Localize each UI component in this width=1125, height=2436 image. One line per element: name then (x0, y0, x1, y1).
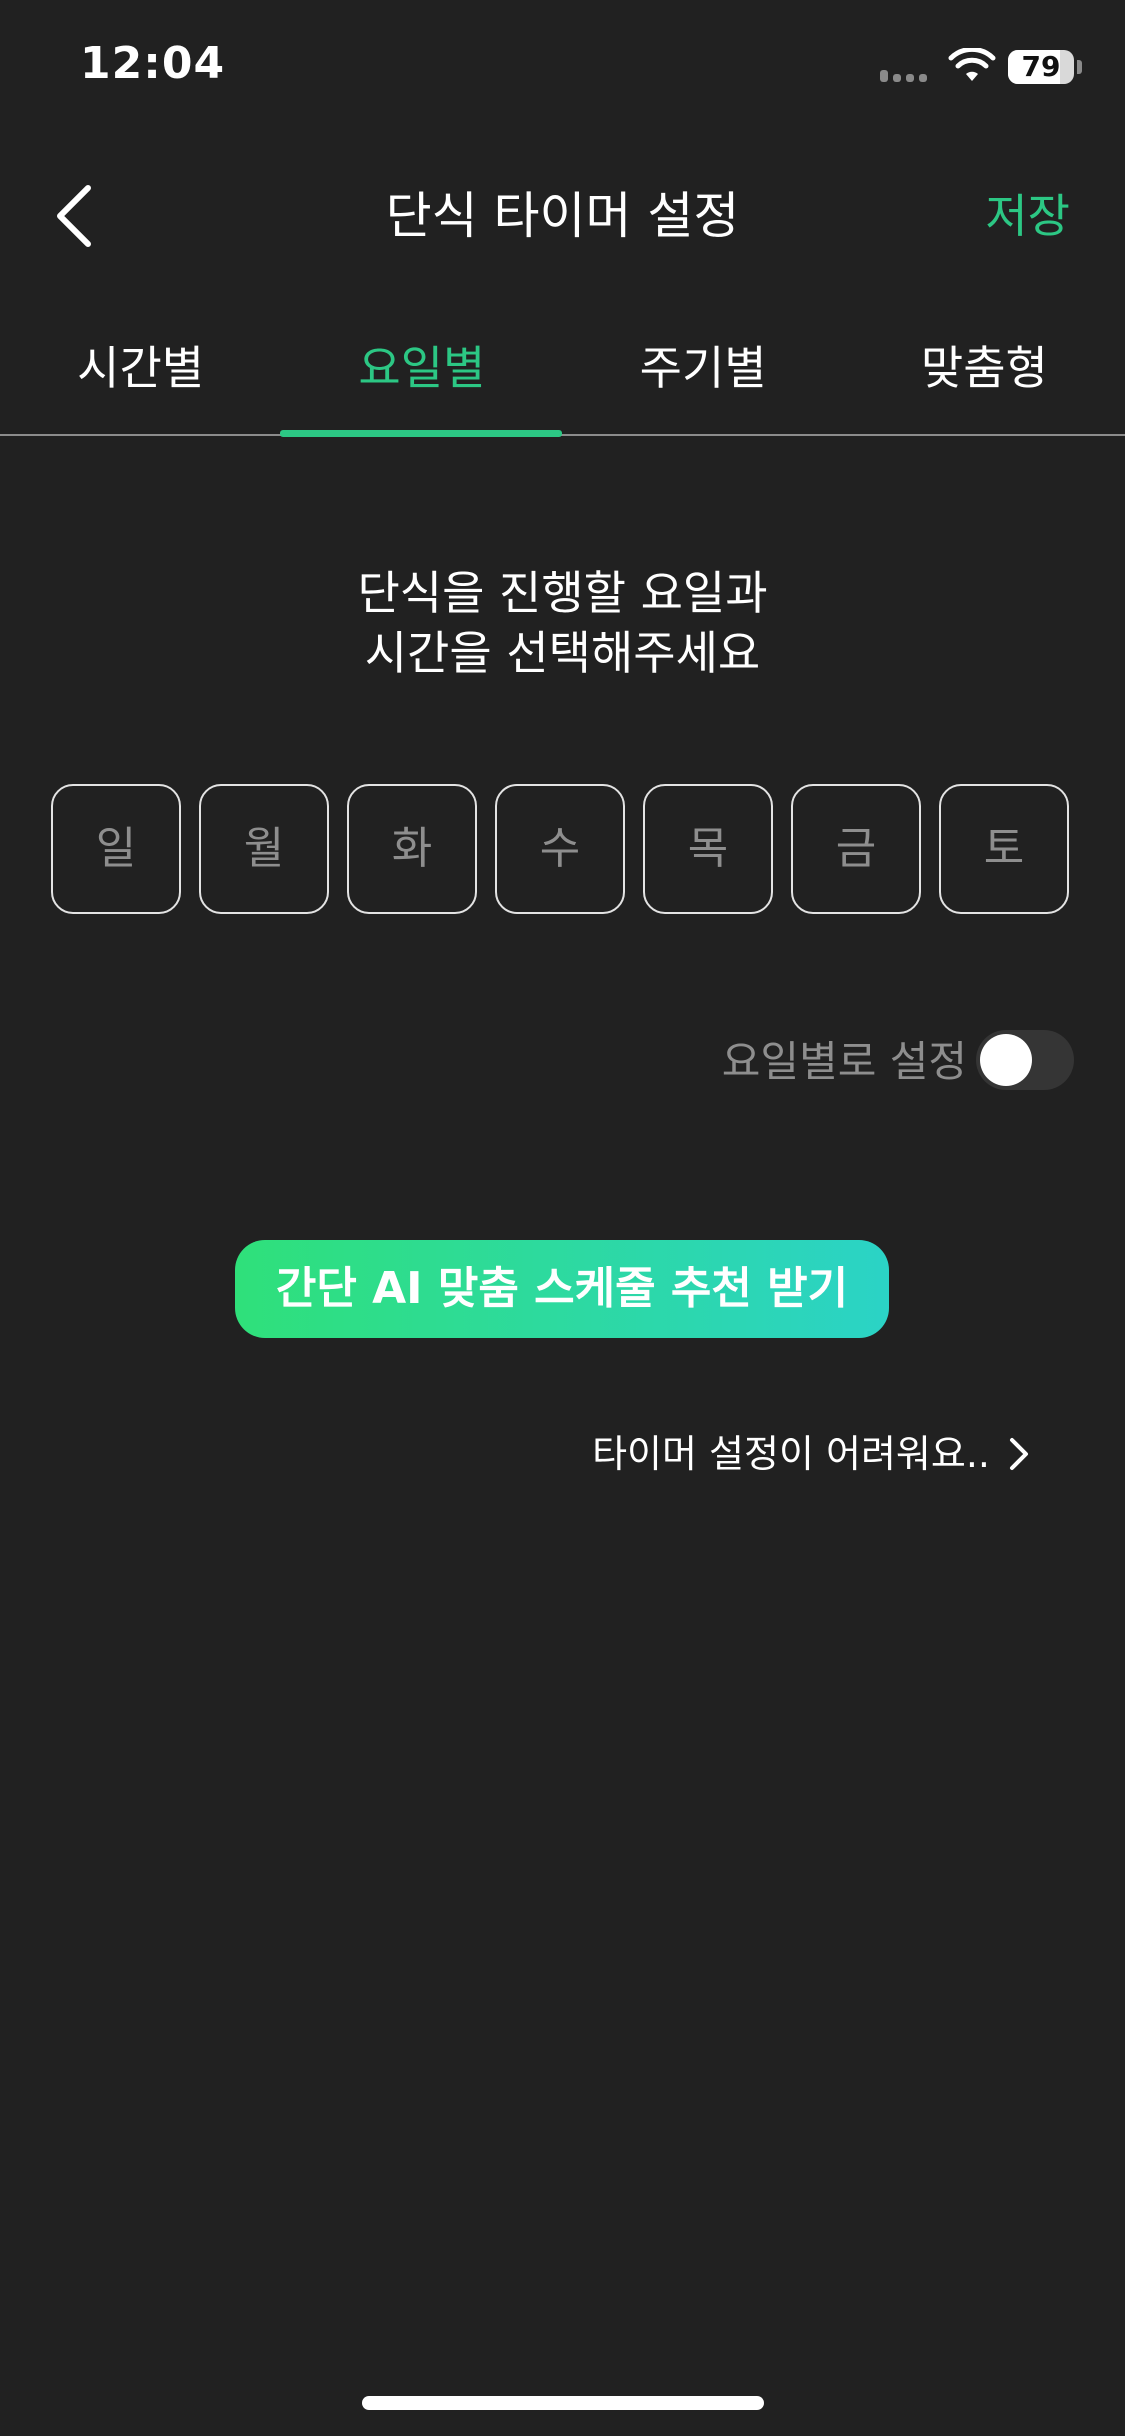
weekday-selector: 일 월 화 수 목 금 토 (51, 784, 1074, 918)
battery-cap (1077, 60, 1082, 74)
toggle-knob (980, 1034, 1032, 1086)
day-button-fri[interactable]: 금 (791, 784, 921, 914)
weekday-toggle-label: 요일별로 설정 (721, 1037, 967, 1086)
status-time: 12:04 (80, 38, 226, 89)
help-link-label: 타이머 설정이 어려워요.. (592, 1432, 990, 1476)
weekday-toggle[interactable] (976, 1030, 1074, 1090)
day-button-thu[interactable]: 목 (643, 784, 773, 914)
tab-by-time[interactable]: 시간별 (0, 330, 281, 434)
instruction-text: 단식을 진행할 요일과 시간을 선택해주세요 (0, 563, 1125, 683)
page-title: 단식 타이머 설정 (385, 187, 740, 245)
day-button-mon[interactable]: 월 (199, 784, 329, 914)
battery-icon: 79 (1008, 50, 1074, 84)
home-indicator[interactable] (362, 2396, 764, 2410)
tab-custom[interactable]: 맞춤형 (844, 330, 1125, 434)
day-button-sun[interactable]: 일 (51, 784, 181, 914)
chevron-right-icon (1010, 1438, 1028, 1470)
tab-bar: 시간별 요일별 주기별 맞춤형 (0, 330, 1125, 436)
ai-schedule-button[interactable]: 간단 AI 맞춤 스케줄 추천 받기 (235, 1240, 889, 1338)
day-button-wed[interactable]: 수 (495, 784, 625, 914)
tab-by-weekday[interactable]: 요일별 (281, 330, 562, 434)
instruction-line-2: 시간을 선택해주세요 (364, 626, 761, 680)
instruction-line-1: 단식을 진행할 요일과 (357, 566, 768, 620)
tab-by-cycle[interactable]: 주기별 (563, 330, 844, 434)
day-button-sat[interactable]: 토 (939, 784, 1069, 914)
help-link[interactable]: 타이머 설정이 어려워요.. (592, 1424, 1030, 1484)
wifi-icon (948, 48, 996, 81)
day-button-tue[interactable]: 화 (347, 784, 477, 914)
active-tab-indicator (280, 430, 562, 437)
battery-level: 79 (1021, 50, 1061, 83)
save-button[interactable]: 저장 (985, 186, 1070, 246)
cellular-signal-icon (880, 66, 936, 82)
